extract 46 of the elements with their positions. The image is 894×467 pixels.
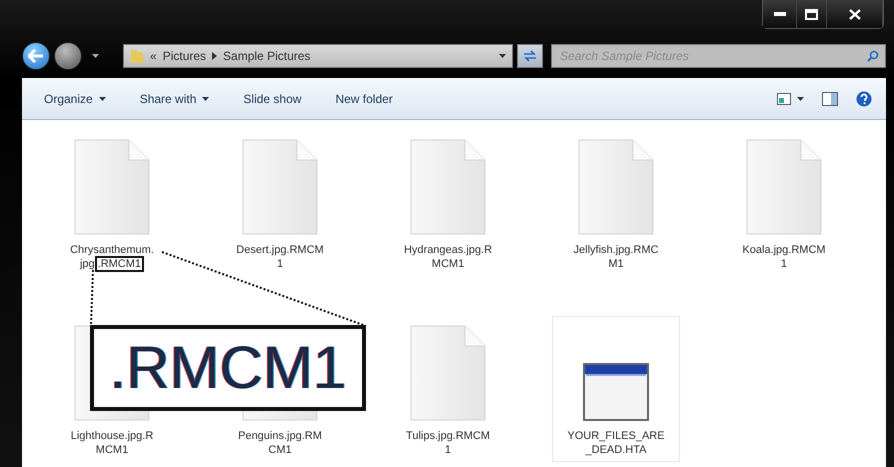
close-button[interactable]: [827, 0, 883, 28]
selected-file-tile[interactable]: YOUR_FILES_ARE _DEAD.HTA: [552, 316, 680, 462]
document-icon: [578, 139, 654, 235]
caret-icon: [92, 54, 99, 58]
breadcrumb[interactable]: Sample Pictures: [223, 49, 310, 63]
file-name[interactable]: Tulips.jpg.RMCM 1: [406, 429, 490, 457]
file-name[interactable]: YOUR_FILES_ARE _DEAD.HTA: [567, 429, 665, 457]
pane-icon: [822, 92, 838, 106]
refresh-button[interactable]: [517, 44, 543, 68]
toolbar-command[interactable]: Slide show: [229, 88, 316, 110]
back-button[interactable]: [22, 42, 50, 70]
caret-icon: [499, 54, 506, 58]
document-icon: [410, 139, 486, 235]
leader-line: [90, 270, 94, 326]
breadcrumb-overflow[interactable]: «: [150, 49, 157, 63]
chevron-right-icon: [212, 52, 218, 60]
forward-button[interactable]: [54, 42, 82, 70]
caret-icon: [797, 96, 804, 100]
view-icon: [777, 92, 791, 104]
minimize-icon: [774, 12, 786, 16]
file-name[interactable]: Lighthouse.jpg.R MCM1: [70, 429, 154, 457]
document-icon: [746, 139, 822, 235]
document-icon: [242, 139, 318, 235]
help-icon: [856, 90, 872, 106]
file-name[interactable]: Chrysanthemum. jpg .RMCM1: [70, 243, 154, 271]
breadcrumb[interactable]: Pictures: [162, 49, 206, 63]
search-icon: [867, 50, 879, 62]
window-icon: [583, 363, 649, 421]
minimize-button[interactable]: [763, 0, 797, 28]
toolbar-command[interactable]: Organize: [30, 88, 120, 110]
address-bar[interactable]: « Pictures Sample Pictures: [123, 44, 513, 68]
file-name[interactable]: Jellyfish.jpg.RMC M1: [574, 243, 658, 271]
file-name[interactable]: Penguins.jpg.RM CM1: [238, 429, 322, 457]
maximize-button[interactable]: [797, 0, 827, 28]
document-icon: [74, 139, 150, 235]
maximize-icon: [805, 8, 818, 20]
refresh-icon: [523, 50, 537, 62]
file-name[interactable]: Hydrangeas.jpg.R MCM1: [404, 243, 492, 271]
toolbar-command[interactable]: Share with: [126, 88, 224, 110]
file-name[interactable]: Koala.jpg.RMCM 1: [742, 243, 826, 271]
arrow-left-icon: [28, 49, 44, 63]
folder-icon: [130, 48, 144, 64]
document-icon: [410, 325, 486, 421]
toolbar-command[interactable]: New folder: [321, 88, 407, 110]
file-name[interactable]: Desert.jpg.RMCM 1: [236, 243, 324, 271]
close-icon: [848, 8, 860, 20]
